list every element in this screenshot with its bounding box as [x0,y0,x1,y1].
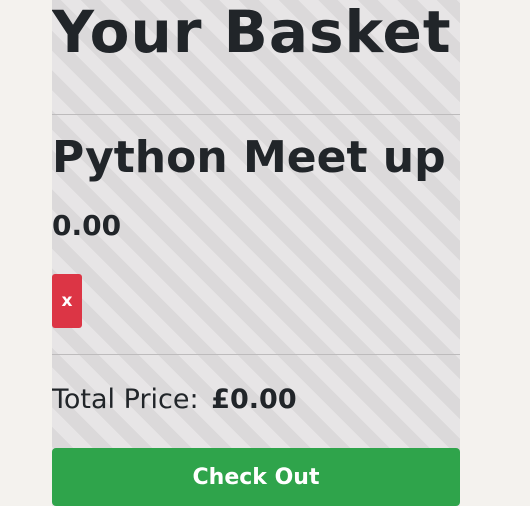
item-name: Python Meet up [52,132,446,183]
item-divider [52,354,460,355]
page-title: Your Basket [52,0,452,66]
title-divider [52,114,460,115]
total-price-value: £0.00 [211,384,297,415]
total-price: Total Price: £0.00 [52,382,297,418]
remove-item-button[interactable]: x [52,274,82,328]
basket-panel: Your Basket Python Meet up 0.00 x Total … [52,0,460,506]
checkout-button[interactable]: Check Out [52,448,460,506]
total-price-label: Total Price: [52,384,199,415]
item-price: 0.00 [52,209,122,242]
